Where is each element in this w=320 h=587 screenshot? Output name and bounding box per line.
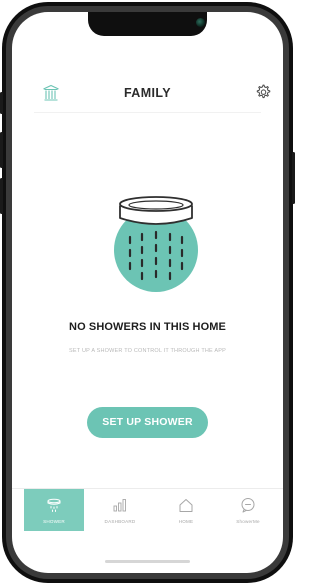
gear-icon[interactable] bbox=[254, 83, 272, 101]
tab-showerme[interactable]: ShowerMe bbox=[218, 489, 278, 531]
home-indicator bbox=[105, 560, 190, 563]
tab-bar: SHOWER DASHBOARD HOME ShowerMe bbox=[12, 488, 283, 531]
tab-dashboard[interactable]: DASHBOARD bbox=[90, 489, 150, 531]
power-button bbox=[292, 152, 295, 204]
empty-state-subtitle: SET UP A SHOWER TO CONTROL IT THROUGH TH… bbox=[69, 348, 226, 354]
tab-shower[interactable]: SHOWER bbox=[24, 489, 84, 531]
shower-head-icon bbox=[46, 497, 62, 513]
empty-state-title: NO SHOWERS IN THIS HOME bbox=[69, 321, 226, 333]
page-title: FAMILY bbox=[123, 86, 172, 100]
set-up-shower-button[interactable]: SET UP SHOWER bbox=[87, 407, 208, 438]
app-screen: FAMILY NO SHOWERS IN THIS HOME SET UP A … bbox=[12, 12, 283, 573]
mute-switch bbox=[0, 92, 3, 114]
phone-frame: FAMILY NO SHOWERS IN THIS HOME SET UP A … bbox=[0, 2, 295, 583]
tab-label: ShowerMe bbox=[236, 519, 260, 524]
tab-home[interactable]: HOME bbox=[156, 489, 216, 531]
tab-label: HOME bbox=[178, 519, 194, 524]
camera-icon bbox=[196, 18, 205, 27]
bar-chart-icon bbox=[112, 497, 128, 513]
volume-down-button bbox=[0, 178, 3, 214]
chat-bubble-icon bbox=[240, 497, 256, 513]
app-header: FAMILY bbox=[12, 74, 283, 113]
volume-up-button bbox=[0, 132, 3, 168]
tab-label: SHOWER bbox=[43, 519, 65, 524]
header-divider bbox=[34, 112, 261, 113]
shower-head-icon bbox=[106, 190, 206, 292]
phone-notch bbox=[88, 12, 207, 36]
tab-label: DASHBOARD bbox=[104, 519, 136, 524]
house-icon bbox=[178, 497, 194, 513]
